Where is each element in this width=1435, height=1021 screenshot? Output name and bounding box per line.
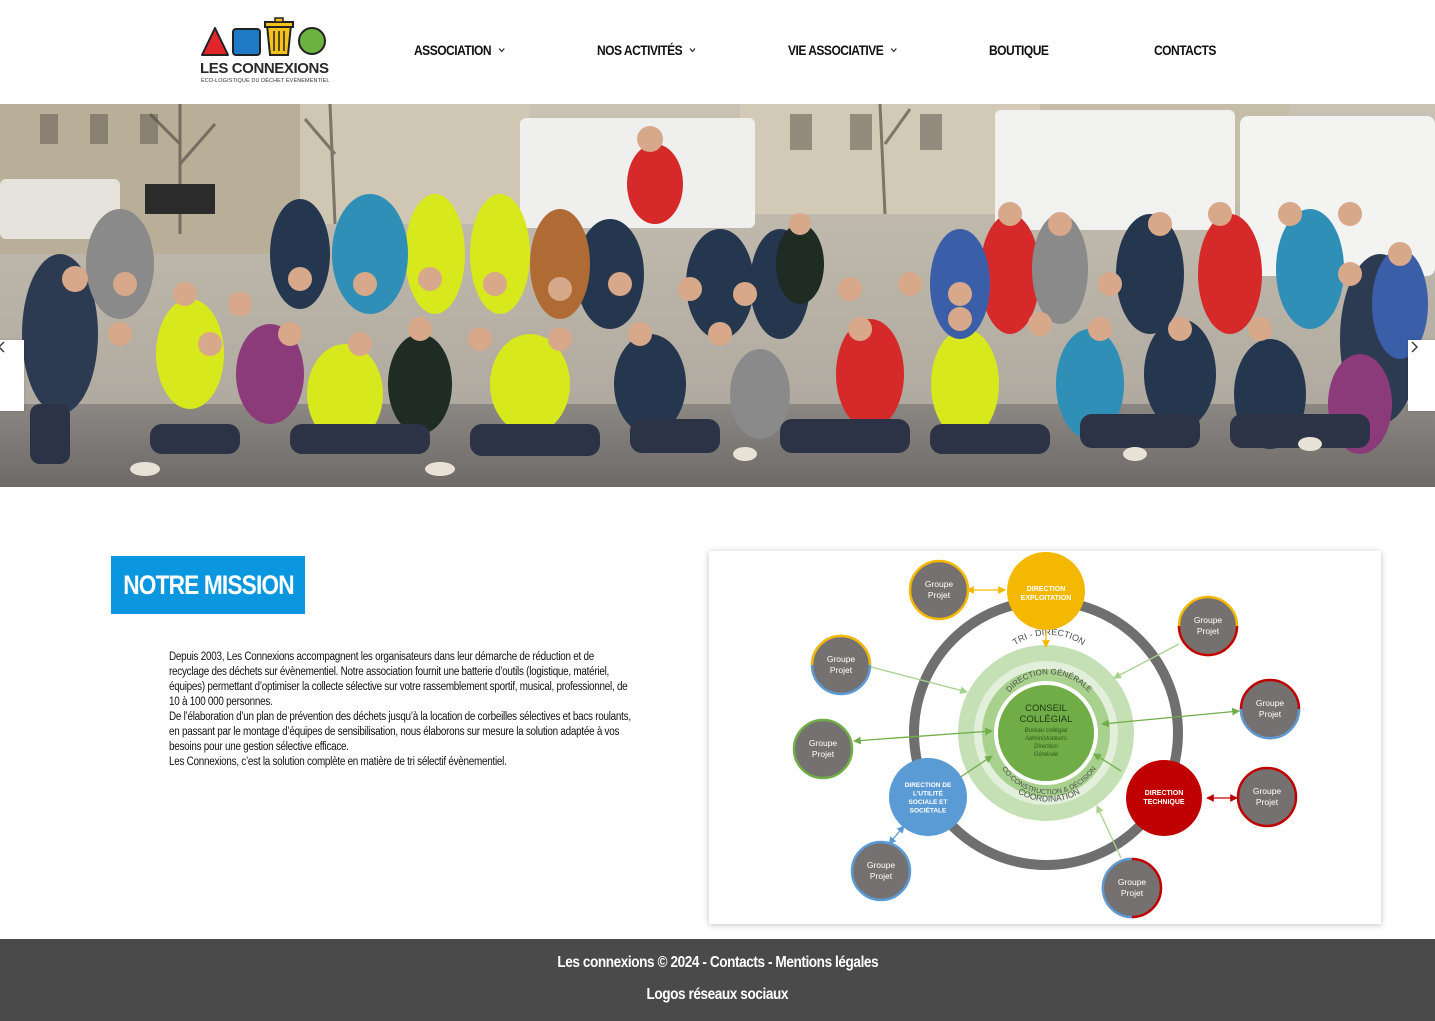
ring-label-tri: TRI - DIRECTION [1011,627,1087,647]
node-groupe-projet: Groupe Projet [810,634,872,696]
center-sub-line: Bureau collégial [1025,728,1068,734]
node-groupe-projet: Groupe Projet [792,718,854,780]
slider-next-button[interactable] [1408,340,1435,411]
node-direction-technique: DIRECTION TECHNIQUE [1126,760,1202,836]
footer-links: Les connexions © 2024 - Contacts - Menti… [0,954,1435,972]
svg-text:GroupeProjet: Groupe Projet [867,860,896,881]
mission-paragraph: Les Connexions, c’est la solution complè… [169,756,507,768]
svg-text:GroupeProjet: Groupe Projet [827,654,856,675]
nav-item-boutique[interactable]: BOUTIQUE [989,42,1049,58]
chevron-down-icon [689,48,696,53]
node-direction-exploitation: DIRECTION EXPLOITATION [1007,552,1085,630]
svg-text:GroupeProjet: Groupe Projet [809,738,838,759]
svg-text:TRI - DIRECTION: TRI - DIRECTION [1011,627,1087,647]
nav-item-label: BOUTIQUE [989,42,1049,58]
logo-subtitle: ÉCO-LOGISTIQUE DU DÉCHET ÉVÉNEMENTIEL [201,78,330,84]
hero-group-photo [0,104,1435,487]
nav-item-label: VIE ASSOCIATIVE [788,42,884,58]
svg-text:GroupeProjet: Groupe Projet [1256,698,1285,719]
node-groupe-projet: Groupe Projet [850,840,912,902]
logo-shapes-icon [201,17,326,56]
nav-item-vie-associative[interactable]: VIE ASSOCIATIVE [788,42,898,58]
svg-text:GroupeProjet: Groupe Projet [1194,615,1223,636]
node-direction-utilite: DIRECTION DE L’UTILITÉ SOCIALE ET SOCIÉTALE [889,758,967,836]
mission-paragraph: De l’élaboration d’un plan de prévention… [169,711,631,753]
node-groupe-projet: Groupe Projet [908,559,970,621]
logo-title: LES CONNEXIONS [200,60,329,77]
footer-separator: - [764,954,776,971]
nav-item-label: CONTACTS [1154,42,1216,58]
nav-item-contacts[interactable]: CONTACTS [1154,42,1216,58]
footer-social: Logos réseaux sociaux [0,986,1435,1004]
center-sub-line: Générale [1034,752,1059,758]
hero-slider[interactable] [0,104,1435,487]
center-sub-line: Administrateurs [1024,736,1067,742]
center-sub-line: Direction [1034,744,1058,750]
svg-text:GroupeProjet: Groupe Projet [925,579,954,600]
site-header: LES CONNEXIONS ÉCO-LOGISTIQUE DU DÉCHET … [0,0,1435,104]
site-logo[interactable]: LES CONNEXIONS ÉCO-LOGISTIQUE DU DÉCHET … [199,16,329,88]
footer-contacts-link[interactable]: Contacts [710,954,765,971]
chevron-left-icon [0,341,5,353]
chevron-right-icon [1411,341,1418,353]
nav-item-association[interactable]: ASSOCIATION [414,42,506,58]
center-title-line: CONSEIL [1025,703,1067,714]
slider-prev-button[interactable] [0,340,24,411]
chevron-down-icon [498,48,505,53]
governance-diagram: TRI - DIRECTION DIRECTION GÉNÉRALE CO-CO… [709,551,1381,924]
node-groupe-projet: Groupe Projet [1101,857,1163,919]
node-groupe-projet: Groupe Projet [1177,595,1239,657]
mission-title-text: NOTRE MISSION [122,569,294,600]
chevron-down-icon [890,48,897,53]
footer-separator: - [698,954,710,971]
nav-item-label: NOS ACTIVITÉS [597,42,683,58]
svg-text:GroupeProjet: Groupe Projet [1253,786,1282,807]
node-groupe-projet: Groupe Projet [1236,766,1298,828]
center-title-line: COLLÉGIAL [1020,714,1073,725]
mission-title: NOTRE MISSION [111,556,305,614]
mission-text: Depuis 2003, Les Connexions accompagnent… [169,650,709,770]
center-title: CONSEIL COLLÉGIAL [1020,703,1073,725]
site-footer: Les connexions © 2024 - Contacts - Menti… [0,939,1435,1021]
nav-item-label: ASSOCIATION [414,42,492,58]
footer-legal-link[interactable]: Mentions légales [775,954,878,971]
footer-copyright: Les connexions © 2024 [557,954,699,971]
mission-paragraph: Depuis 2003, Les Connexions accompagnent… [169,651,628,708]
footer-social-logos[interactable]: Logos réseaux sociaux [647,986,789,1004]
node-groupe-projet: Groupe Projet [1239,678,1301,740]
node-direction-utilite-label: DIRECTION DE L’UTILITÉ SOCIALE ET SOCIÉTALE [905,782,952,815]
svg-text:GroupeProjet: Groupe Projet [1118,877,1147,898]
nav-item-nos-activites[interactable]: NOS ACTIVITÉS [597,42,697,58]
